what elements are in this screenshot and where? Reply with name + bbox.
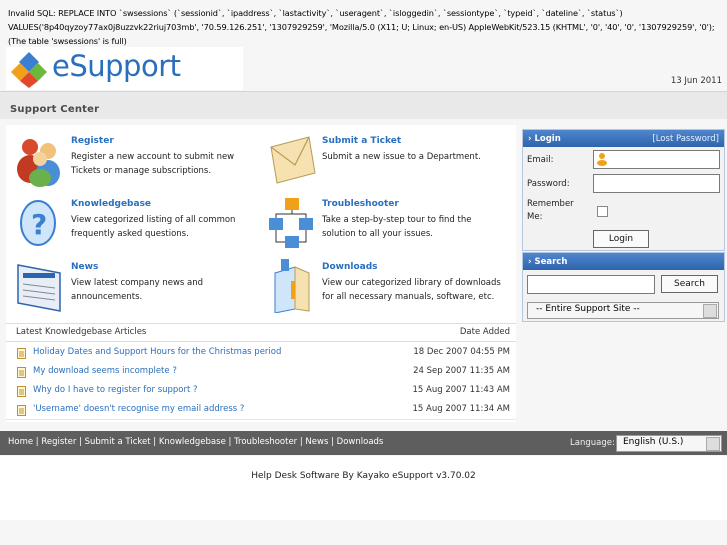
kb-article-date: 15 Aug 2007 11:43 AM xyxy=(412,385,511,395)
kb-article-link[interactable]: Holiday Dates and Support Hours for the … xyxy=(33,347,281,357)
document-icon xyxy=(17,367,26,378)
login-heading: › Login xyxy=(528,134,561,144)
feature-desc: View our categorized library of download… xyxy=(322,278,501,302)
search-scope-select[interactable]: -- Entire Support Site -- xyxy=(527,302,719,319)
users-icon xyxy=(17,139,60,187)
table-row[interactable]: Holiday Dates and Support Hours for the … xyxy=(6,343,516,363)
table-row[interactable]: 'Username' doesn't recognise my email ad… xyxy=(6,400,516,420)
remember-checkbox[interactable] xyxy=(597,206,608,217)
lost-password-link[interactable]: [Lost Password] xyxy=(652,134,719,144)
kb-header-title: Latest Knowledgebase Articles xyxy=(16,327,147,337)
kb-article-link[interactable]: Why do I have to register for support ? xyxy=(33,385,198,395)
password-label: Password: xyxy=(527,179,570,189)
feature-desc: Take a step-by-step tour to find the sol… xyxy=(322,215,472,239)
newspaper-icon xyxy=(17,264,61,312)
svg-text:?: ? xyxy=(31,208,47,241)
logo-diamond-icon xyxy=(11,52,47,88)
feature-news[interactable]: News View latest company news and announ… xyxy=(6,255,256,313)
kb-article-link[interactable]: 'Username' doesn't recognise my email ad… xyxy=(33,404,244,414)
language-label: Language: xyxy=(570,438,615,448)
search-input[interactable] xyxy=(527,275,655,294)
feature-title[interactable]: Register xyxy=(71,136,114,146)
table-row[interactable]: Why do I have to register for support ? … xyxy=(6,381,516,401)
search-scope-value: -- Entire Support Site -- xyxy=(536,304,640,314)
feature-downloads[interactable]: Downloads View our categorized library o… xyxy=(257,255,507,313)
chevron-down-icon xyxy=(703,304,717,318)
search-panel: › Search Search -- Entire Support Site -… xyxy=(522,252,725,322)
footer-links[interactable]: Home | Register | Submit a Ticket | Know… xyxy=(8,437,383,447)
footer-area xyxy=(0,456,727,520)
email-label: Email: xyxy=(527,155,554,165)
feature-knowledgebase[interactable]: ? Knowledgebase View categorized listing… xyxy=(6,192,256,250)
login-panel: › Login [Lost Password] Email: Password:… xyxy=(522,129,725,251)
login-button[interactable]: Login xyxy=(593,230,649,248)
kb-article-date: 15 Aug 2007 11:34 AM xyxy=(412,404,511,414)
logo[interactable]: eSupport xyxy=(6,47,243,90)
feature-troubleshooter[interactable]: Troubleshooter Take a step-by-step tour … xyxy=(257,192,507,250)
search-heading: › Search xyxy=(528,257,568,267)
chevron-down-icon xyxy=(706,437,720,451)
box-icon xyxy=(274,259,310,313)
footer-nav: Home | Register | Submit a Ticket | Know… xyxy=(0,431,727,455)
feature-desc: View latest company news and announcemen… xyxy=(71,278,204,302)
language-value: English (U.S.) xyxy=(623,437,684,447)
logo-text: eSupport xyxy=(52,49,181,83)
feature-desc: Submit a new issue to a Department. xyxy=(322,152,481,162)
feature-desc: View categorized listing of all common f… xyxy=(71,215,236,239)
kb-table-header: Latest Knowledgebase Articles Date Added xyxy=(6,323,516,342)
kb-article-link[interactable]: My download seems incomplete ? xyxy=(33,366,177,376)
flowchart-icon xyxy=(269,198,313,248)
feature-title[interactable]: Submit a Ticket xyxy=(322,136,401,146)
login-panel-header: › Login [Lost Password] xyxy=(523,130,724,147)
kb-header-date: Date Added xyxy=(459,327,510,337)
current-date: 13 Jun 2011 xyxy=(670,76,722,86)
login-heading-text: Login xyxy=(534,134,561,144)
envelope-icon xyxy=(270,136,316,184)
document-icon xyxy=(17,386,26,397)
section-bar: Support Center xyxy=(0,91,727,119)
language-select[interactable]: English (U.S.) xyxy=(616,435,722,452)
user-icon xyxy=(597,153,607,166)
document-icon xyxy=(17,348,26,359)
sql-error-message: Invalid SQL: REPLACE INTO `swsessions` (… xyxy=(8,8,715,46)
powered-by[interactable]: Help Desk Software By Kayako eSupport v3… xyxy=(0,471,727,481)
feature-title[interactable]: Knowledgebase xyxy=(71,199,151,209)
search-button[interactable]: Search xyxy=(661,275,718,293)
question-icon: ? xyxy=(20,200,56,246)
kb-article-date: 24 Sep 2007 11:35 AM xyxy=(413,366,510,376)
document-icon xyxy=(17,405,26,416)
feature-submit-ticket[interactable]: Submit a Ticket Submit a new issue to a … xyxy=(257,129,507,187)
page-title: Support Center xyxy=(10,104,100,115)
feature-title[interactable]: Downloads xyxy=(322,262,378,272)
search-panel-header: › Search xyxy=(523,253,724,270)
email-field[interactable] xyxy=(593,150,720,169)
search-heading-text: Search xyxy=(534,257,568,267)
password-field[interactable] xyxy=(593,174,720,193)
feature-title[interactable]: Troubleshooter xyxy=(322,199,399,209)
feature-desc: Register a new account to submit new Tic… xyxy=(71,152,235,176)
feature-title[interactable]: News xyxy=(71,262,98,272)
kb-article-date: 18 Dec 2007 04:55 PM xyxy=(413,347,510,357)
feature-register[interactable]: Register Register a new account to submi… xyxy=(6,129,256,187)
remember-label: Remember Me: xyxy=(527,199,574,222)
table-row[interactable]: My download seems incomplete ? 24 Sep 20… xyxy=(6,362,516,382)
